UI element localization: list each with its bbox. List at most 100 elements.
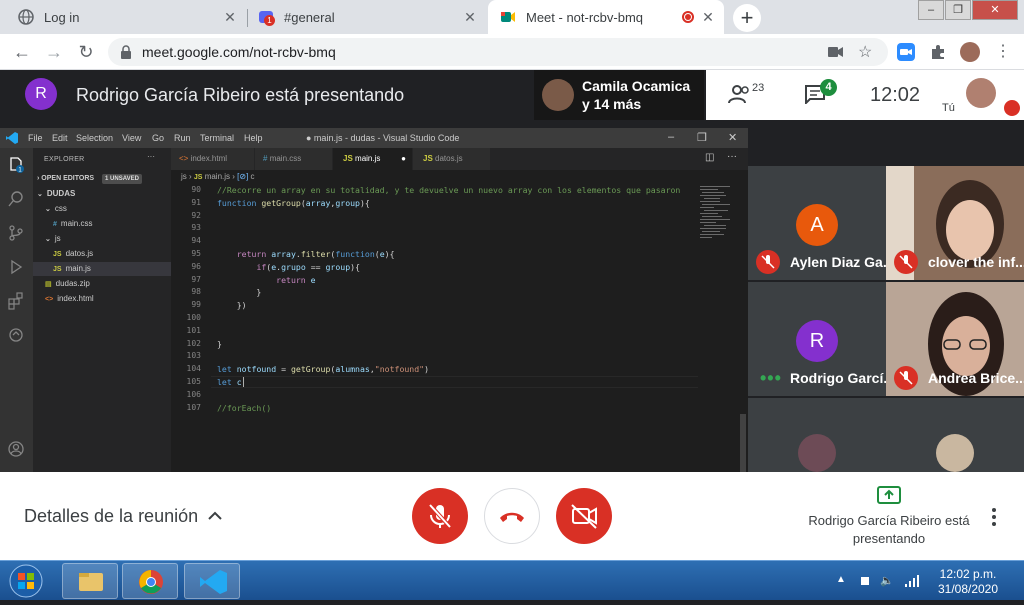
participant-tile[interactable]: A Aylen Diaz Ga... bbox=[748, 166, 895, 280]
menu-help[interactable]: Help bbox=[244, 133, 263, 143]
minimap[interactable] bbox=[698, 184, 748, 472]
close-icon[interactable]: ✕ bbox=[728, 131, 737, 144]
tree-item[interactable]: ▤ dudas.zip bbox=[33, 277, 171, 291]
line-number: 100 bbox=[186, 313, 201, 322]
code-line[interactable]: function getGroup(array,group){ bbox=[217, 198, 370, 208]
back-arrow-icon[interactable]: ← bbox=[12, 42, 32, 62]
chrome-taskbar-icon[interactable] bbox=[122, 563, 178, 599]
code-line[interactable]: let c bbox=[217, 377, 242, 387]
close-tab-icon[interactable]: ✕ bbox=[222, 9, 238, 25]
speaker-more: y 14 más bbox=[582, 96, 642, 112]
explorer-files-icon[interactable]: 1 bbox=[7, 156, 25, 174]
code-line[interactable]: //Recorre un array en su totalidad, y te… bbox=[217, 185, 680, 195]
microphone-toggle-button[interactable] bbox=[412, 488, 468, 544]
extensions-icon[interactable] bbox=[7, 292, 25, 310]
live-share-icon[interactable] bbox=[7, 326, 25, 344]
address-bar[interactable]: meet.google.com/not-rcbv-bmq ☆ bbox=[108, 38, 888, 66]
tab-general[interactable]: 1 #general ✕ bbox=[248, 0, 486, 34]
breadcrumb-file[interactable]: main.js bbox=[205, 172, 230, 181]
minimize-icon[interactable]: – bbox=[918, 0, 944, 20]
participant-tile[interactable]: R ••• Rodrigo Garcí... bbox=[748, 282, 895, 396]
code-line[interactable]: } bbox=[217, 339, 222, 349]
search-icon[interactable] bbox=[7, 190, 25, 208]
camera-permission-icon[interactable] bbox=[828, 45, 844, 64]
network-signal-icon[interactable] bbox=[904, 574, 919, 588]
minimize-icon[interactable]: – bbox=[668, 131, 674, 143]
forward-arrow-icon[interactable]: → bbox=[44, 42, 64, 62]
people-icon[interactable] bbox=[728, 84, 752, 109]
close-tab-icon[interactable]: ✕ bbox=[462, 9, 478, 25]
camera-toggle-button[interactable] bbox=[556, 488, 612, 544]
tree-item[interactable]: ⌄ js bbox=[33, 232, 171, 246]
editor-more-icon[interactable]: ··· bbox=[727, 151, 737, 162]
tree-item[interactable]: ⌄ css bbox=[33, 202, 171, 216]
code-line[interactable]: return array.filter(function(e){ bbox=[217, 249, 395, 259]
tree-item[interactable]: ⌄ DUDAS bbox=[33, 187, 171, 201]
tree-item[interactable]: JS main.js bbox=[33, 262, 171, 276]
tab-main-js[interactable]: JS main.js ● bbox=[333, 148, 413, 170]
code-line[interactable]: } bbox=[217, 287, 261, 297]
restore-icon[interactable]: ❐ bbox=[697, 131, 707, 144]
show-hidden-icons-icon[interactable]: ▲ bbox=[836, 574, 850, 588]
tab-datos-js[interactable]: JS datos.js bbox=[413, 148, 491, 170]
explorer-more-icon[interactable]: ··· bbox=[147, 152, 155, 161]
menu-terminal[interactable]: Terminal bbox=[200, 133, 234, 143]
split-editor-icon[interactable]: ◫ bbox=[705, 152, 714, 163]
profile-avatar[interactable] bbox=[960, 42, 980, 62]
tab-index-html[interactable]: <> index.html bbox=[171, 148, 255, 170]
tab-log-in[interactable]: Log in ✕ bbox=[0, 0, 246, 34]
code-line[interactable]: }) bbox=[217, 300, 247, 310]
chevron-up-icon[interactable] bbox=[206, 507, 224, 525]
code-line[interactable]: if(e.grupo == group){ bbox=[217, 262, 360, 272]
menu-edit[interactable]: Edit bbox=[52, 133, 68, 143]
active-speaker-box[interactable]: Camila Ocamica y 14 más bbox=[534, 70, 704, 120]
breadcrumb-folder[interactable]: js bbox=[181, 172, 187, 181]
code-line[interactable]: return e bbox=[217, 275, 315, 285]
volume-icon[interactable]: 🔈 bbox=[880, 574, 894, 588]
self-avatar[interactable] bbox=[966, 78, 996, 108]
new-tab-button[interactable]: + bbox=[733, 4, 761, 32]
menu-run[interactable]: Run bbox=[174, 133, 191, 143]
file-explorer-taskbar-icon[interactable] bbox=[62, 563, 118, 599]
tab-meet[interactable]: Meet - not-rcbv-bmq ✕ bbox=[488, 0, 724, 34]
more-options-icon[interactable] bbox=[986, 506, 1002, 528]
open-editors-section[interactable]: › OPEN EDITORS 1 UNSAVED bbox=[33, 172, 171, 186]
power-plug-icon[interactable] bbox=[858, 574, 872, 588]
menu-selection[interactable]: Selection bbox=[76, 133, 113, 143]
chevron-down-icon: ⌄ bbox=[45, 236, 51, 243]
tree-item[interactable]: <> index.html bbox=[33, 292, 171, 306]
windows-start-icon[interactable] bbox=[6, 563, 46, 599]
system-clock[interactable]: 12:02 p.m. 31/08/2020 bbox=[930, 567, 1006, 597]
code-editor[interactable]: 90 //Recorre un array en su totalidad, y … bbox=[171, 184, 698, 472]
present-screen-icon[interactable] bbox=[877, 486, 901, 504]
vscode-taskbar-icon[interactable] bbox=[184, 563, 240, 599]
tab-main-css[interactable]: # main.css bbox=[255, 148, 333, 170]
dirty-dot-icon[interactable]: ● bbox=[401, 148, 406, 170]
zoom-extension-icon[interactable] bbox=[897, 43, 915, 61]
close-window-icon[interactable]: ✕ bbox=[972, 0, 1018, 20]
menu-file[interactable]: File bbox=[28, 133, 43, 143]
participant-tile[interactable]: Andrea Brice... bbox=[886, 282, 1024, 396]
bookmark-star-icon[interactable]: ☆ bbox=[858, 42, 872, 62]
code-line[interactable]: let notfound = getGroup(alumnas,"notfoun… bbox=[217, 364, 429, 374]
chrome-menu-icon[interactable]: ⋮ bbox=[995, 43, 1013, 61]
leave-call-button[interactable] bbox=[484, 488, 540, 544]
menu-view[interactable]: View bbox=[122, 133, 141, 143]
participant-tile[interactable] bbox=[748, 398, 886, 472]
accounts-icon[interactable] bbox=[7, 440, 25, 458]
participant-tile[interactable]: clover the inf... bbox=[886, 166, 1024, 280]
maximize-icon[interactable]: ❐ bbox=[945, 0, 971, 20]
tree-item[interactable]: JS datos.js bbox=[33, 247, 171, 261]
reload-icon[interactable]: ↻ bbox=[76, 42, 96, 62]
breadcrumb-symbol[interactable]: c bbox=[251, 172, 255, 181]
participant-tile[interactable] bbox=[886, 398, 1024, 472]
meeting-details-button[interactable]: Detalles de la reunión bbox=[24, 506, 198, 527]
presenting-status[interactable]: Rodrigo García Ribeiro está presentando bbox=[800, 512, 978, 548]
close-tab-icon[interactable]: ✕ bbox=[700, 9, 716, 25]
extensions-puzzle-icon[interactable] bbox=[929, 43, 947, 61]
code-line[interactable]: //forEach() bbox=[217, 403, 271, 413]
tree-item[interactable]: # main.css bbox=[33, 217, 171, 231]
source-control-icon[interactable] bbox=[7, 224, 25, 242]
menu-go[interactable]: Go bbox=[152, 133, 164, 143]
run-debug-icon[interactable] bbox=[7, 258, 25, 276]
